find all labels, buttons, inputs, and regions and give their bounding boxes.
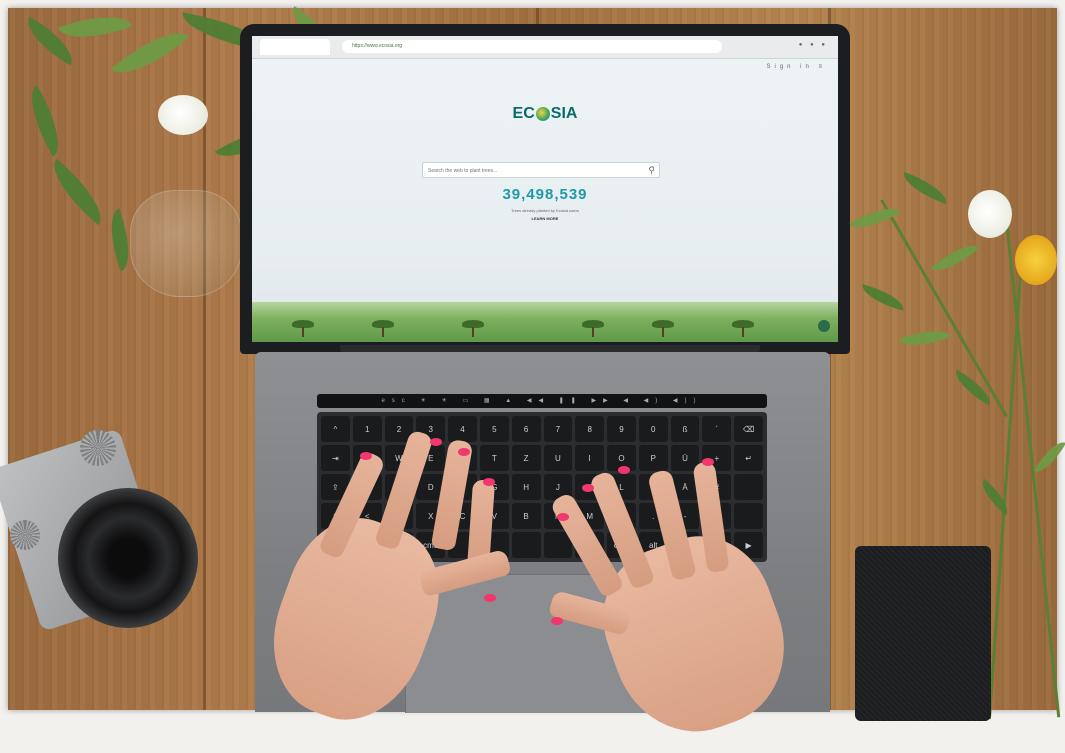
learn-more-link[interactable]: LEARN MORE (445, 216, 645, 221)
tree (292, 320, 314, 337)
keyboard-key[interactable]: H (511, 474, 541, 500)
nail (458, 448, 470, 456)
nail (618, 466, 630, 474)
tree (582, 320, 604, 337)
keyboard-key[interactable] (511, 532, 541, 558)
nail (483, 478, 495, 486)
black-notebook (855, 546, 991, 721)
yellow-flower (1015, 235, 1057, 285)
camera-dial (80, 430, 116, 466)
keyboard-key[interactable]: U (543, 445, 573, 471)
keyboard-key[interactable]: ^ (321, 416, 350, 442)
keyboard-key[interactable]: I (575, 445, 605, 471)
keyboard-key[interactable]: 5 (479, 416, 509, 442)
ecosia-logo[interactable]: EC SIA (505, 94, 585, 134)
top-navigation[interactable]: Sign in ≡ (766, 64, 826, 70)
keyboard-key[interactable]: 9 (607, 416, 636, 442)
camera-lens (58, 488, 198, 628)
camera-dial (10, 520, 40, 550)
globe-icon (535, 106, 550, 121)
search-icon[interactable]: ⚲ (648, 164, 655, 176)
laptop-screen-bezel: https://www.ecosia.org ● ● ● Sign in ≡ E… (240, 24, 850, 354)
search-box[interactable]: ⚲ (422, 162, 660, 179)
tree-counter: 39,498,539 (502, 186, 588, 203)
nail (702, 458, 714, 466)
keyboard-key[interactable]: B (511, 503, 541, 529)
tree (732, 320, 754, 337)
nail (430, 438, 442, 446)
browser-tab[interactable] (260, 39, 330, 55)
savanna-illustration (252, 302, 838, 342)
white-flower (968, 190, 1012, 238)
keyboard-key[interactable]: Z (511, 445, 541, 471)
nail (360, 452, 372, 460)
keyboard-key[interactable]: ⇥ (321, 445, 350, 471)
touch-bar[interactable]: esc ☀ ☀ ▭ ▦ ▲ ◀◀ ❚❚ ▶▶ ◀ ◀) ◀)) (317, 394, 767, 408)
tree (652, 320, 674, 337)
search-input[interactable] (423, 163, 640, 179)
tree (462, 320, 484, 337)
logo-text-right: SIA (550, 105, 578, 122)
nail (551, 617, 563, 625)
keyboard-key[interactable]: 8 (575, 416, 605, 442)
keyboard-key[interactable]: ⌫ (734, 416, 763, 442)
keyboard-key[interactable]: 0 (638, 416, 668, 442)
logo-text-left: EC (512, 105, 535, 122)
keyboard-key[interactable]: T (479, 445, 509, 471)
keyboard-key[interactable]: 1 (352, 416, 382, 442)
keyboard-key[interactable]: 7 (543, 416, 573, 442)
chat-icon[interactable] (818, 320, 830, 332)
keyboard-key[interactable]: 4 (448, 416, 477, 442)
keyboard-key[interactable] (734, 503, 763, 529)
keyboard-key[interactable]: ß (670, 416, 700, 442)
keyboard-key[interactable]: P (638, 445, 668, 471)
address-bar[interactable]: https://www.ecosia.org (342, 40, 722, 53)
browser-toolbar: https://www.ecosia.org ● ● ● (252, 36, 838, 59)
nail (582, 484, 594, 492)
keyboard-key[interactable] (734, 474, 763, 500)
tree-counter-caption: Trees already planted by Ecosia users (511, 208, 579, 213)
nail (484, 594, 496, 602)
laptop-screen: https://www.ecosia.org ● ● ● Sign in ≡ E… (252, 36, 838, 342)
white-flower (158, 95, 208, 135)
keyboard-key[interactable]: ´ (702, 416, 732, 442)
glass-vase (130, 190, 242, 297)
nail (557, 513, 569, 521)
tree (372, 320, 394, 337)
keyboard-key[interactable]: ↵ (734, 445, 763, 471)
extension-icons[interactable]: ● ● ● (799, 42, 828, 48)
keyboard-key[interactable]: 6 (511, 416, 541, 442)
